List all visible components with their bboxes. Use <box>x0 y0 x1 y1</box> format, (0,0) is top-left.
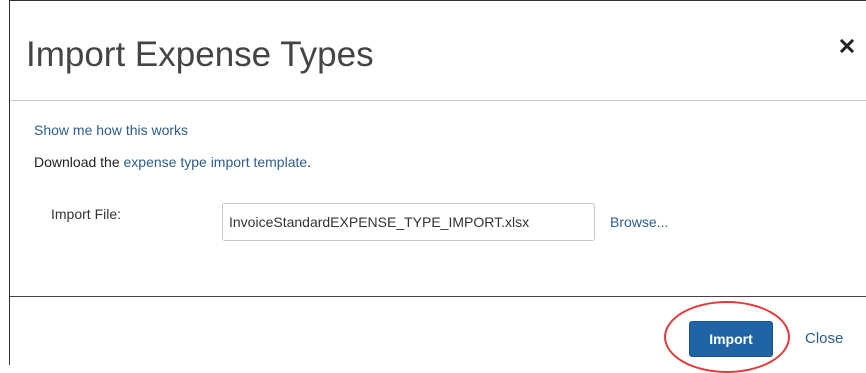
import-template-link[interactable]: expense type import template <box>124 154 308 170</box>
download-template-text: Download the expense type import templat… <box>34 154 311 170</box>
dialog-header: Import Expense Types <box>10 1 866 101</box>
footer-divider <box>10 296 866 297</box>
import-file-label: Import File: <box>51 206 122 222</box>
download-suffix: . <box>307 154 312 170</box>
import-file-field[interactable] <box>222 203 595 241</box>
import-button[interactable]: Import <box>689 321 773 357</box>
close-button[interactable]: Close <box>805 330 843 347</box>
browse-button[interactable]: Browse... <box>610 214 668 230</box>
show-me-how-link[interactable]: Show me how this works <box>34 122 188 138</box>
download-prefix: Download the <box>34 154 124 170</box>
close-icon[interactable] <box>840 39 856 55</box>
dialog-title: Import Expense Types <box>26 35 374 74</box>
import-expense-types-dialog: Import Expense Types Show me how this wo… <box>9 0 866 373</box>
